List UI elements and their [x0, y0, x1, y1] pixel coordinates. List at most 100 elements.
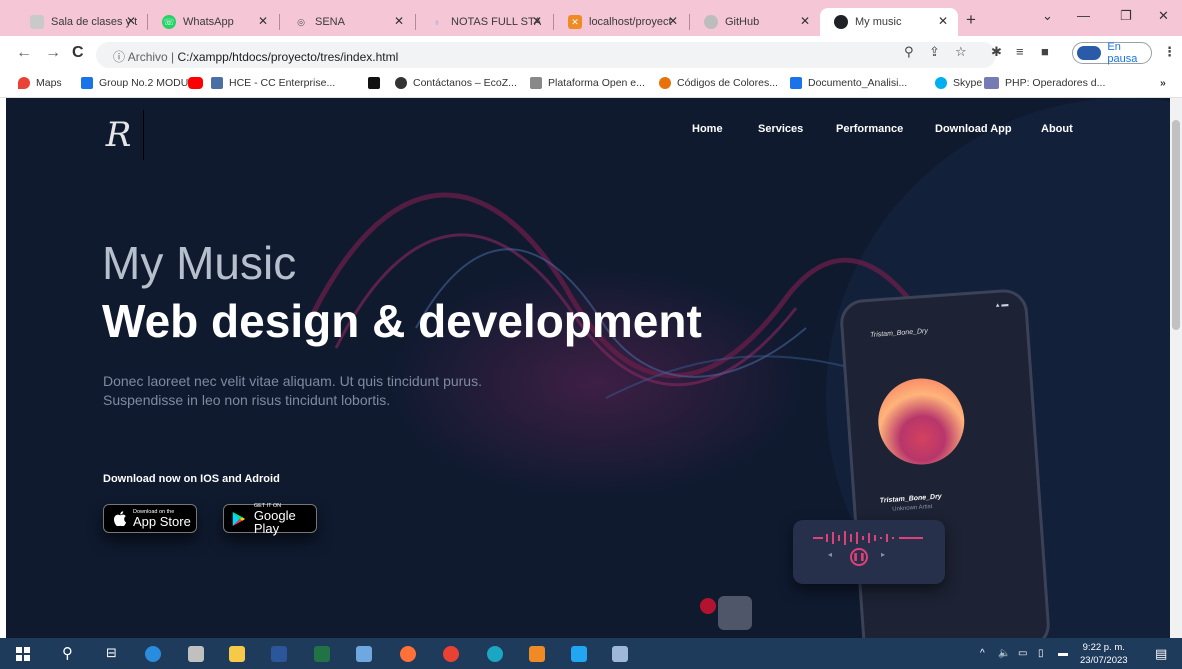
tray-chevron-icon[interactable]: ^ — [980, 648, 985, 659]
decorative-cube — [718, 596, 752, 630]
back-arrow-icon[interactable]: ← — [16, 44, 32, 62]
edge-icon[interactable] — [487, 646, 503, 662]
bookmark-label: Maps — [36, 77, 62, 89]
side-panel-icon[interactable]: ■ — [1041, 44, 1049, 59]
close-icon[interactable]: ✕ — [394, 14, 404, 28]
close-window-icon[interactable]: ✕ — [1158, 8, 1169, 24]
network-icon[interactable]: ▭ — [1018, 648, 1027, 659]
nav-home[interactable]: Home — [692, 123, 723, 135]
previous-icon[interactable]: ◂ — [828, 550, 832, 559]
bookmark-label: Documento_Analisi... — [808, 77, 908, 89]
tab-classroom[interactable]: Sala de clases y t ✕ — [16, 8, 146, 36]
new-tab-plus-icon[interactable]: + — [966, 10, 976, 30]
tab-strip: Sala de clases y t ✕ ☏ WhatsApp ✕ ◎ SENA… — [0, 0, 1182, 36]
download-label: Download now on IOS and Adroid — [103, 473, 280, 485]
extensions-icon[interactable]: ✱ — [991, 44, 1002, 60]
bookmark-group[interactable]: Group No.2 MODU... — [81, 77, 197, 89]
close-icon[interactable]: ✕ — [258, 14, 268, 28]
bookmark-youtube[interactable] — [188, 77, 209, 89]
bookmark-label: HCE - CC Enterprise... — [229, 77, 336, 89]
bookmark-label: Skype — [953, 77, 983, 89]
globe-icon — [395, 77, 407, 89]
xampp-icon[interactable] — [529, 646, 545, 662]
language-icon[interactable]: ▬ — [1058, 648, 1068, 659]
next-icon[interactable]: ▸ — [881, 550, 885, 559]
volume-icon[interactable]: 🔈 — [998, 648, 1010, 659]
app-icon-12[interactable] — [612, 646, 628, 662]
search-icon[interactable]: ⚲ — [62, 644, 73, 662]
minimize-icon[interactable]: — — [1077, 8, 1090, 23]
nav-about[interactable]: About — [1041, 123, 1073, 135]
pause-button[interactable]: ❚❚ — [850, 548, 868, 566]
app-store-button[interactable]: Download on the App Store — [103, 504, 197, 533]
site-logo[interactable]: R — [94, 110, 144, 160]
reading-list-icon[interactable]: ≡ — [1016, 44, 1024, 59]
task-view-icon[interactable]: ⊟ — [106, 645, 117, 661]
bookmark-colores[interactable]: Códigos de Colores... — [659, 77, 778, 89]
mini-player-card: ◂ ❚❚ ▸ — [793, 520, 945, 584]
bookmark-plataforma[interactable]: Plataforma Open e... — [530, 77, 645, 89]
close-icon[interactable]: ✕ — [800, 14, 810, 28]
colores-icon — [659, 77, 671, 89]
bookmark-star-icon[interactable]: ☆ — [955, 44, 967, 60]
tab-sena[interactable]: ◎ SENA ✕ — [280, 8, 414, 36]
plataforma-icon — [530, 77, 542, 89]
tab-search-chevron-icon[interactable]: ⌄ — [1042, 8, 1053, 24]
hce-icon — [211, 77, 223, 89]
restore-icon[interactable]: ❐ — [1120, 8, 1132, 24]
word-icon[interactable] — [271, 646, 287, 662]
taskbar-clock[interactable]: 9:22 p. m. 23/07/2023 — [1080, 641, 1128, 667]
more-bookmarks-chevron-icon[interactable]: » — [1160, 77, 1166, 89]
nav-services[interactable]: Services — [758, 123, 803, 135]
forward-arrow-icon[interactable]: → — [45, 44, 61, 62]
excel-icon[interactable] — [314, 646, 330, 662]
firefox-icon[interactable] — [400, 646, 416, 662]
globe-icon — [834, 15, 848, 29]
scrollbar-thumb[interactable] — [1172, 120, 1180, 330]
phone-track-header: Tristam_Bone_Dry — [869, 327, 929, 339]
tab-notas[interactable]: ♁ NOTAS FULL STA ✕ — [416, 8, 552, 36]
tab-github[interactable]: GitHub ✕ — [690, 8, 820, 36]
google-play-button[interactable]: GET IT ON Google Play — [223, 503, 317, 535]
bookmark-php[interactable]: PHP: Operadores d... — [984, 77, 1105, 89]
profile-button[interactable]: En pausa — [1072, 41, 1152, 65]
zoom-icon[interactable]: ⚲ — [904, 44, 914, 60]
nav-download-app[interactable]: Download App — [935, 123, 1012, 135]
reload-icon[interactable]: C — [72, 44, 84, 62]
address-text[interactable]: ⓘ Archivo | C:/xampp/htdocs/proyecto/tre… — [113, 48, 398, 65]
youtube-icon — [188, 77, 203, 89]
file-explorer-icon[interactable] — [229, 646, 245, 662]
close-icon[interactable]: ✕ — [532, 14, 542, 28]
info-icon[interactable]: ⓘ — [113, 50, 125, 64]
paint-icon[interactable] — [188, 646, 204, 662]
bookmark-label: PHP: Operadores d... — [1005, 77, 1106, 89]
hd-icon — [368, 77, 380, 89]
bookmark-hd[interactable] — [368, 77, 386, 89]
vscode-icon[interactable] — [571, 646, 587, 662]
bookmark-skype[interactable]: Skype — [935, 77, 982, 89]
bookmark-documento[interactable]: Documento_Analisi... — [790, 77, 907, 89]
bookmark-label: Group No.2 MODU... — [99, 77, 198, 89]
windows-start-icon[interactable] — [16, 647, 30, 661]
close-icon[interactable]: ✕ — [938, 14, 948, 28]
tab-localhost[interactable]: ✕ localhost/proyect ✕ — [554, 8, 688, 36]
bookmark-contactanos[interactable]: Contáctanos – EcoZ... — [395, 77, 517, 89]
close-icon[interactable]: ✕ — [668, 14, 678, 28]
bookmark-hce[interactable]: HCE - CC Enterprise... — [211, 77, 335, 89]
share-icon[interactable]: ⇪ — [929, 44, 940, 60]
nav-performance[interactable]: Performance — [836, 123, 903, 135]
tab-my-music[interactable]: My music ✕ — [820, 8, 958, 36]
heart-icon — [700, 598, 716, 614]
app-icon-6[interactable] — [356, 646, 372, 662]
xampp-icon: ✕ — [568, 15, 582, 29]
app-icon-1[interactable] — [145, 646, 161, 662]
battery-icon[interactable]: ▯ — [1038, 648, 1044, 659]
chrome-icon[interactable] — [443, 646, 459, 662]
tab-whatsapp[interactable]: ☏ WhatsApp ✕ — [148, 8, 278, 36]
taskbar-date: 23/07/2023 — [1080, 655, 1128, 666]
close-icon[interactable]: ✕ — [126, 14, 136, 28]
php-icon — [984, 77, 999, 89]
notifications-icon[interactable]: ▤ — [1155, 646, 1167, 662]
bookmark-maps[interactable]: Maps — [18, 77, 62, 89]
menu-kebab-icon[interactable]: ⋮ — [1163, 44, 1176, 60]
